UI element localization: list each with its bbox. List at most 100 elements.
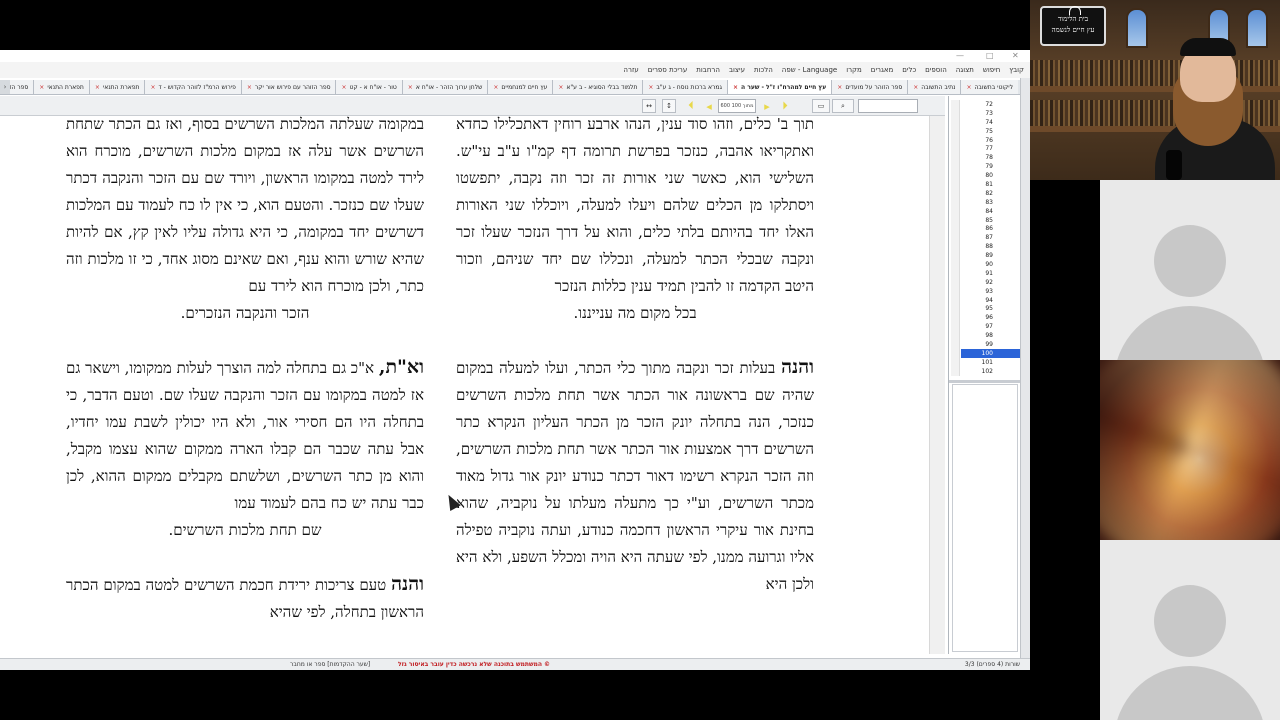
search-options-button[interactable]: ⌕ [832,99,854,113]
tabs-scroll-button[interactable]: ‹ [0,80,10,94]
page-list-item[interactable]: 90 [949,260,1021,269]
menu-item[interactable]: מקרו [846,66,862,74]
close-tab-icon[interactable]: × [341,84,346,91]
book-tab[interactable]: ספר הזוהר עם פירוש אור יקר× [240,80,336,94]
page-list-item[interactable]: 74 [949,118,1021,127]
book-tab-label: תפארת התנאי [47,83,84,91]
page-list-item[interactable]: 99 [949,340,1021,349]
paragraph-text: טעם צריכות ירידת חכמת השרשים למטה במקום … [66,576,424,621]
page-list-item[interactable]: 76 [949,136,1021,145]
book-tab[interactable]: פירוש הרמ"ז לזוהר הקדוש - ד × [144,80,241,94]
page-list-item[interactable]: 94 [949,296,1021,305]
menu-item[interactable]: עריכת ספרים [648,66,688,74]
page-list-item[interactable]: 89 [949,251,1021,260]
participant-tile-avatar-1[interactable] [1100,180,1280,360]
participant-tile-speaker[interactable]: בית הלימוד עץ חיים לנשמה [1030,0,1280,180]
page-list-item[interactable]: 93 [949,287,1021,296]
page-list-item[interactable]: 77 [949,144,1021,153]
page-list-item[interactable]: 96 [949,313,1021,322]
book-tab[interactable]: טור - או"ח א - קט × [335,80,402,94]
page-list-item[interactable]: 78 [949,153,1021,162]
book-tab[interactable]: תפארת התנאי × [88,80,145,94]
close-tab-icon[interactable]: × [150,84,155,91]
participant-tile-avatar-3[interactable] [1100,540,1280,720]
close-tab-icon[interactable]: × [913,84,918,91]
page-list-item[interactable]: 86 [949,224,1021,233]
page-list-item[interactable]: 83 [949,198,1021,207]
close-tab-icon[interactable]: × [558,84,563,91]
page-list-item[interactable]: 81 [949,180,1021,189]
book-tab[interactable]: עץ חיים למהרח"ו ז"ל - שער ה × [726,80,832,94]
book-tab[interactable]: עץ חיים למנחמיים × [487,80,553,94]
page-list-item[interactable]: 85 [949,216,1021,225]
vertical-layout-button[interactable]: ↕ [662,99,676,113]
book-tab[interactable]: נתיב התשובה × [907,80,961,94]
page-list-item[interactable]: 87 [949,233,1021,242]
close-tab-icon[interactable]: × [648,84,653,91]
print-button[interactable]: ▭ [812,99,830,113]
menu-item[interactable]: Language - שפה [782,66,837,74]
paragraph: במקומה שעלתה המלכות השרשים בסוף, ואז גם … [66,116,424,300]
close-tab-icon[interactable]: × [733,84,738,91]
participant-tile-video-2[interactable] [1100,360,1280,540]
page-list-item[interactable]: 98 [949,331,1021,340]
first-page-icon[interactable]: ⏴ [684,99,698,113]
close-tab-icon[interactable]: × [95,84,100,91]
menu-item[interactable]: קובץ [1009,66,1024,74]
prev-page-icon[interactable]: ◂ [702,99,716,113]
next-page-icon[interactable]: ▸ [760,99,774,113]
panel-splitter[interactable] [949,380,1021,383]
index-tree[interactable] [952,384,1018,652]
menu-item[interactable]: כלים [902,66,916,74]
menu-item[interactable]: הרחבות [696,66,720,74]
page-list-item[interactable]: 73 [949,109,1021,118]
book-tab[interactable]: שלחן ערוך הזהר - או"ח א × [401,80,488,94]
page-list-item[interactable]: 82 [949,189,1021,198]
close-tab-icon[interactable]: × [493,84,498,91]
page-list-item[interactable]: 88 [949,242,1021,251]
page-list-item[interactable]: 101 [949,358,1021,367]
logo-seal-icon [1069,6,1081,15]
page-scrollbar[interactable] [929,116,945,654]
close-tab-icon[interactable]: × [837,84,842,91]
page-list-item[interactable]: 75 [949,127,1021,136]
menu-item[interactable]: עיצוב [729,66,745,74]
page-list-item[interactable]: 92 [949,278,1021,287]
close-tab-icon[interactable]: × [408,84,413,91]
page-list-item[interactable]: 91 [949,269,1021,278]
close-button[interactable]: ✕ [1012,50,1019,62]
page-list-item[interactable]: 84 [949,207,1021,216]
menu-item[interactable]: עזרה [623,66,638,74]
menu-item[interactable]: הוספים [925,66,947,74]
side-toolbox[interactable] [1020,78,1030,658]
menu-item[interactable]: תצוגה [956,66,974,74]
book-page: תוך ב' כלים, וזהו סוד ענין, הנהו ארבע רו… [0,116,928,654]
paragraph: וא"ת, א"כ גם בתחלה למה הוצרך לעלות ממקומ… [66,354,424,517]
page-list-item[interactable]: 102 [949,367,1021,376]
paragraph: הזכר והנקבה הנזכרים. [66,300,424,327]
page-number-field[interactable]: 600 מתוך 100 [718,99,756,113]
maximize-button[interactable]: □ [986,50,994,62]
book-tab[interactable]: ליקוטי בתשובה × [960,80,1018,94]
page-list-item[interactable]: 72 [949,100,1021,109]
menu-item[interactable]: מאגרים [871,66,893,74]
page-list-item[interactable]: 97 [949,322,1021,331]
book-tab[interactable]: ספר הזוהר על מועדים × [831,80,908,94]
last-page-icon[interactable]: ⏵ [778,99,792,113]
page-list-item[interactable]: 100 [961,348,1021,358]
book-tab[interactable]: תפארת התנאי × [33,80,89,94]
page-list-item[interactable]: 95 [949,304,1021,313]
horizontal-layout-button[interactable]: ↔ [642,99,656,113]
menu-item[interactable]: חיפוש [983,66,1000,74]
menu-item[interactable]: הלכות [754,66,773,74]
close-tab-icon[interactable]: × [966,84,971,91]
close-tab-icon[interactable]: × [247,84,252,91]
page-list: 72 73 74 75 76 77 78 79 80 81 82 83 84 85 86 87 88 89 90 91… [949,100,1021,378]
page-list-item[interactable]: 79 [949,162,1021,171]
close-tab-icon[interactable]: × [39,84,44,91]
minimize-button[interactable]: — [956,50,964,62]
book-tab[interactable]: תלמוד בבלי הסוגיא - ב ע"א × [552,80,643,94]
page-list-item[interactable]: 80 [949,171,1021,180]
book-tab[interactable]: גמרא ברכות נוסח - ג ע"ב × [642,80,727,94]
search-input[interactable] [858,99,918,113]
